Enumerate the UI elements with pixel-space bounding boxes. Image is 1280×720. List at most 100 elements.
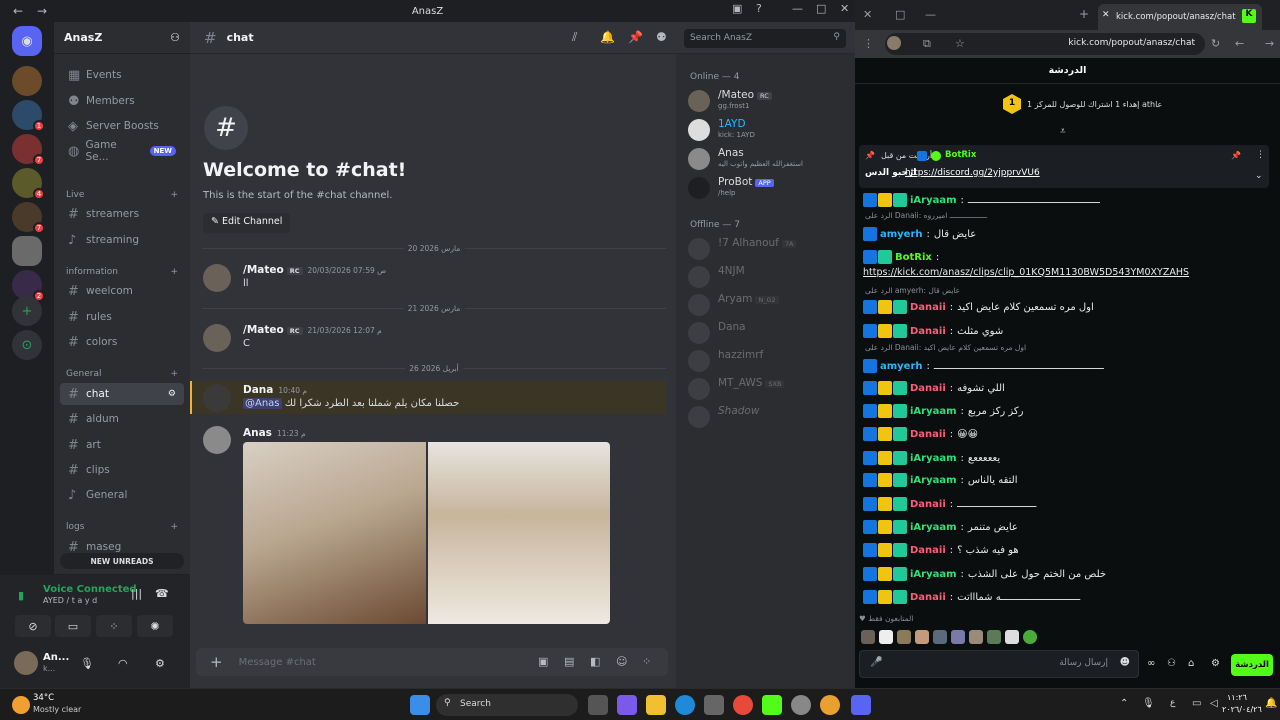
message-author[interactable]: /Mateo RC 20/03/2026 07:59 ص bbox=[243, 264, 386, 276]
sidebar-item-members[interactable]: ⚉ Members bbox=[60, 90, 184, 112]
avatar[interactable] bbox=[203, 426, 231, 454]
search-input[interactable]: Search AnasZ ⚲ bbox=[684, 29, 846, 48]
start-icon[interactable] bbox=[410, 695, 430, 715]
store-icon[interactable]: ⌂ bbox=[1188, 658, 1194, 669]
attach-icon[interactable]: + bbox=[210, 653, 223, 671]
chat-username[interactable]: Danaii bbox=[910, 545, 946, 556]
channel-clips[interactable]: # clips bbox=[60, 459, 184, 481]
close-window-icon[interactable]: ✕ bbox=[863, 8, 872, 21]
channel-streaming[interactable]: ♪ streaming bbox=[60, 229, 184, 251]
weather-icon[interactable] bbox=[12, 696, 30, 714]
discord-app-icon[interactable] bbox=[851, 695, 871, 715]
bell-icon[interactable]: 🔔 bbox=[600, 30, 615, 44]
pinned-author[interactable]: BotRix bbox=[945, 150, 976, 160]
chat-username[interactable]: iAryaam bbox=[910, 569, 957, 580]
emote-icon[interactable] bbox=[915, 630, 929, 644]
more-icon[interactable]: ⋮ bbox=[1256, 150, 1265, 160]
avatar[interactable] bbox=[203, 264, 231, 292]
sidebar-item-boosts[interactable]: ◈ Server Boosts bbox=[60, 115, 184, 137]
server-icon[interactable] bbox=[12, 66, 42, 96]
chat-username[interactable]: iAryaam bbox=[910, 453, 957, 464]
member-item[interactable]: Anas استغفرالله العظيم واتوب اليه bbox=[688, 146, 848, 172]
add-server-icon[interactable]: + bbox=[12, 296, 42, 326]
emote-icon[interactable] bbox=[1023, 630, 1037, 644]
volume-icon[interactable]: ◁ bbox=[1210, 698, 1218, 709]
network-icon[interactable]: ▭ bbox=[1192, 698, 1201, 709]
forward-icon[interactable]: ← bbox=[1235, 37, 1244, 50]
sidebar-item-events[interactable]: ▦ Events bbox=[60, 64, 184, 86]
add-channel-icon[interactable]: + bbox=[170, 522, 178, 532]
user-mention[interactable]: @Anas bbox=[243, 398, 282, 409]
mic-icon[interactable]: 🎤 bbox=[870, 657, 882, 668]
server-icon-anasz[interactable] bbox=[12, 236, 42, 266]
photo-attachment[interactable] bbox=[243, 442, 426, 624]
emote-icon[interactable] bbox=[861, 630, 875, 644]
minimize-icon[interactable]: — bbox=[925, 8, 936, 21]
new-tab-icon[interactable]: + bbox=[1079, 7, 1089, 21]
new-unreads-pill[interactable]: NEW UNREADS bbox=[60, 553, 184, 569]
maximize-icon[interactable]: □ bbox=[816, 2, 826, 15]
mic-icon[interactable]: 🎙 bbox=[80, 657, 94, 670]
user-name[interactable]: An... bbox=[43, 652, 69, 663]
threads-icon[interactable]: ⫽ bbox=[572, 30, 577, 45]
member-item[interactable]: Aryam N_G2 bbox=[688, 292, 848, 318]
add-channel-icon[interactable]: + bbox=[170, 369, 178, 379]
weather-temp[interactable]: 34°C bbox=[33, 693, 54, 703]
voice-status[interactable]: Voice Connected bbox=[43, 584, 137, 595]
member-item[interactable]: /Mateo RC gg.frost1 bbox=[688, 88, 848, 114]
chat-username[interactable]: Danaii bbox=[910, 383, 946, 394]
notification-icon[interactable]: 🔔 bbox=[1265, 698, 1277, 709]
camera-icon[interactable]: ⊘ bbox=[15, 615, 51, 637]
users-icon[interactable]: ⚇ bbox=[1167, 658, 1176, 669]
language-icon[interactable]: ع bbox=[1170, 698, 1175, 708]
message-author[interactable]: Anas 11:23 م bbox=[243, 427, 306, 439]
collapse-icon[interactable]: ⩡ bbox=[1060, 126, 1066, 137]
gift-goal[interactable]: 1 إهداء 1 اشتراك للوصول للمركز 1 athعا bbox=[855, 92, 1280, 118]
edit-channel-button[interactable]: ✎ Edit Channel bbox=[203, 213, 291, 233]
chat-username[interactable]: Danaii bbox=[910, 499, 946, 510]
send-chat-button[interactable]: الدردشة bbox=[1231, 654, 1273, 676]
screenshare-icon[interactable]: ▭ bbox=[55, 615, 91, 637]
server-icon[interactable]: 1 bbox=[12, 100, 45, 132]
channel-streamers[interactable]: # streamers bbox=[60, 203, 184, 225]
message-author[interactable]: Dana 10:40 م bbox=[243, 384, 307, 396]
inbox-icon[interactable]: ▣ bbox=[732, 2, 742, 15]
discord-home-icon[interactable]: ◉ bbox=[12, 26, 42, 56]
chevron-up-icon[interactable]: ⌃ bbox=[1120, 698, 1128, 709]
sticker-icon[interactable]: ◧ bbox=[590, 655, 600, 668]
members-list-icon[interactable]: ⚉ bbox=[656, 30, 667, 44]
noise-icon[interactable]: ||| bbox=[131, 587, 142, 600]
server-header[interactable]: AnasZ ⚇ bbox=[54, 22, 190, 54]
pinned-link[interactable]: https://discord.gg/2yjpprvVU6 bbox=[905, 168, 1040, 178]
gift-icon[interactable]: ▣ bbox=[538, 655, 548, 668]
minimize-icon[interactable]: — bbox=[792, 2, 803, 15]
copilot-icon[interactable] bbox=[617, 695, 637, 715]
emote-icon[interactable] bbox=[1005, 630, 1019, 644]
settings-icon[interactable] bbox=[791, 695, 811, 715]
close-icon[interactable]: ✕ bbox=[840, 2, 849, 15]
chat-username[interactable]: Danaii bbox=[910, 592, 946, 603]
clock-time[interactable]: ١١:٢٦ bbox=[1227, 693, 1247, 702]
taskbar-search[interactable]: ⚲ Search bbox=[436, 694, 578, 716]
clock-date[interactable]: ٢٠٢٦/٠٤/٢٦ bbox=[1222, 705, 1262, 714]
emote-icon[interactable] bbox=[969, 630, 983, 644]
signal-icon[interactable]: ▮ bbox=[18, 589, 24, 602]
emote-icon[interactable] bbox=[933, 630, 947, 644]
kick-app-icon[interactable] bbox=[762, 695, 782, 715]
activities-icon[interactable]: ⁘ bbox=[96, 615, 132, 637]
member-item[interactable]: Shadow bbox=[688, 404, 848, 430]
member-item[interactable]: 1AYD kick: 1AYD bbox=[688, 117, 848, 143]
emoji-icon[interactable]: ☺ bbox=[616, 655, 627, 668]
server-icon[interactable]: 7 bbox=[12, 202, 45, 234]
soundboard-icon[interactable]: ✺ bbox=[137, 615, 173, 637]
profile-avatar[interactable] bbox=[887, 36, 901, 50]
category-logs[interactable]: logs + bbox=[66, 522, 178, 532]
browser-tab[interactable]: ✕ kick.com/popout/anasz/chat K bbox=[1098, 4, 1262, 30]
server-icon[interactable]: 7 bbox=[12, 134, 45, 166]
address-bar[interactable]: kick.com/popout/anasz/chat bbox=[885, 33, 1205, 55]
chat-username[interactable]: iAryaam bbox=[910, 475, 957, 486]
infinity-icon[interactable]: ∞ bbox=[1147, 658, 1155, 669]
server-icon[interactable]: 4 bbox=[12, 168, 45, 200]
member-item[interactable]: !7 Alhanouf 7A bbox=[688, 236, 848, 262]
extensions-icon[interactable]: ⧉ bbox=[923, 37, 931, 51]
